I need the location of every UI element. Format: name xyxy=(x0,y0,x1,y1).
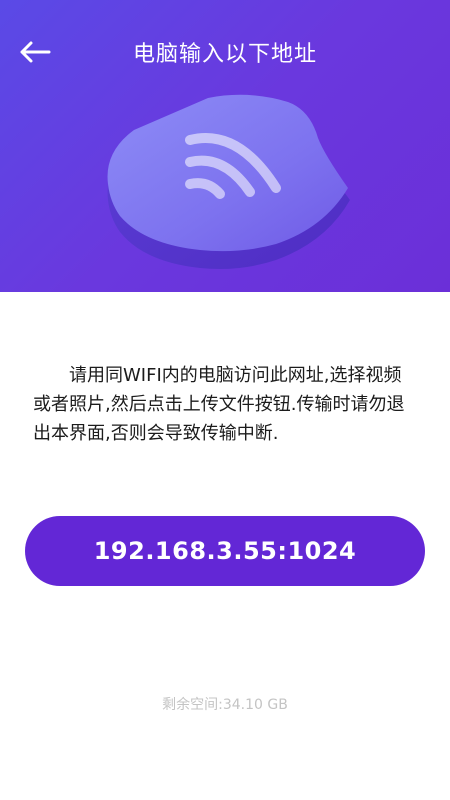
ip-address-button[interactable]: 192.168.3.55:1024 xyxy=(25,516,425,586)
wifi-shield-illustration xyxy=(107,94,350,269)
instruction-text: 请用同WIFI内的电脑访问此网址,选择视频或者照片,然后点击上传文件按钮.传输时… xyxy=(33,365,405,444)
header-banner: 电脑输入以下地址 xyxy=(0,0,450,292)
remaining-storage-label: 剩余空间:34.10 GB xyxy=(162,697,288,713)
page-title: 电脑输入以下地址 xyxy=(132,42,317,67)
wifi-transfer-screen: 电脑输入以下地址 请用同WIFI内的电脑访问此网址,选择视频或者照片,然后点击上… xyxy=(0,0,450,800)
